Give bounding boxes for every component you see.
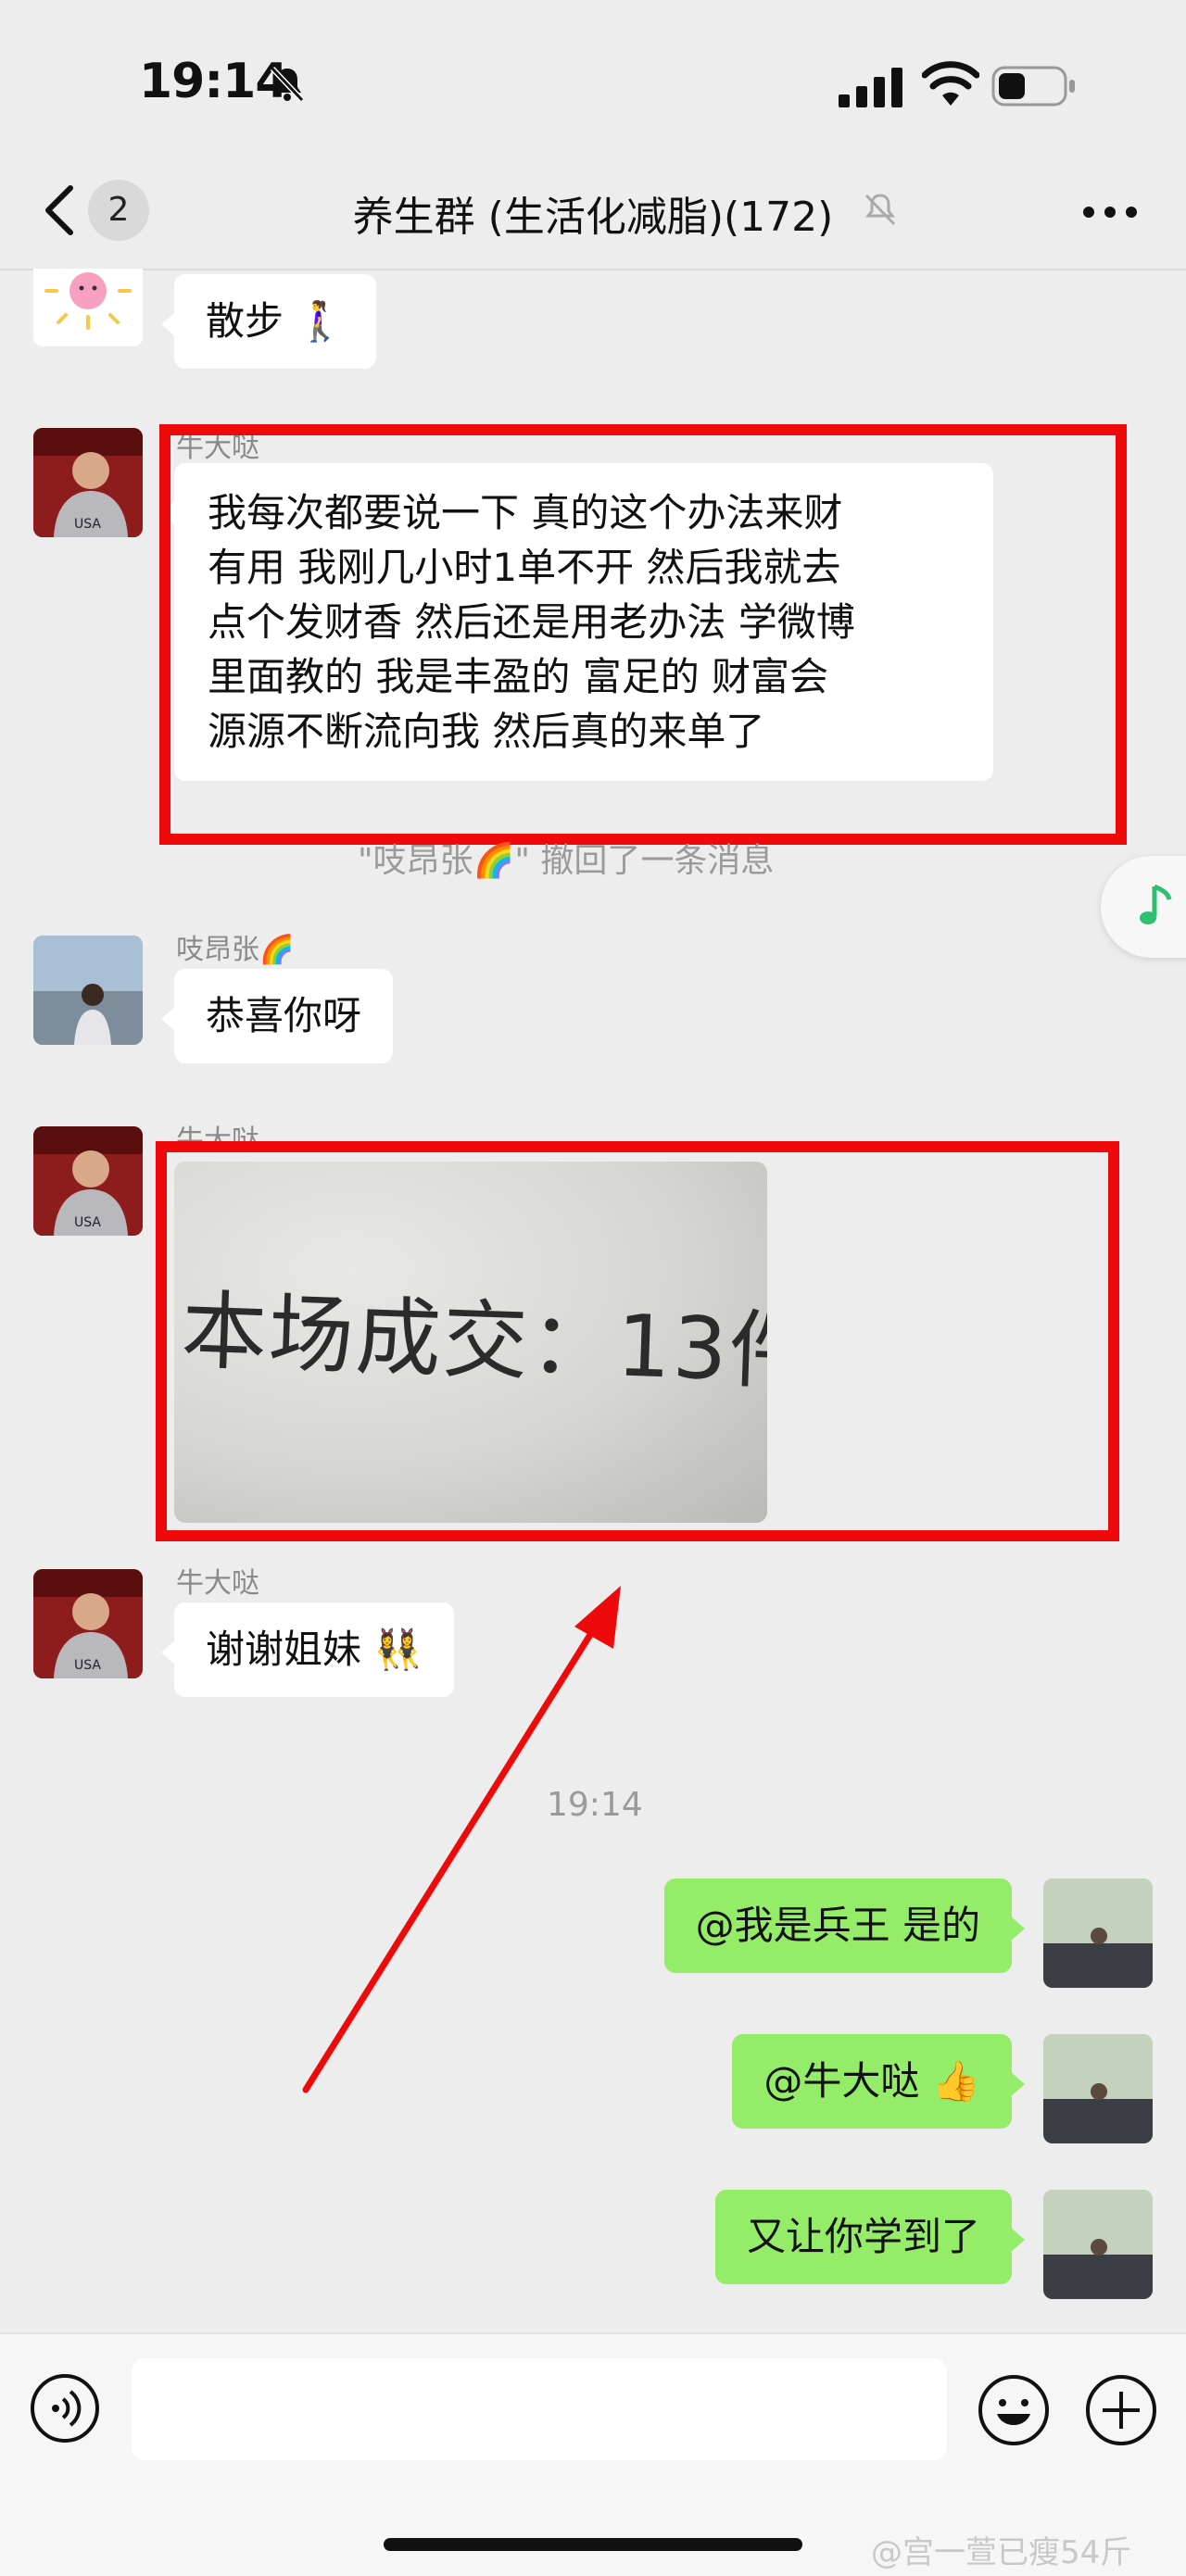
chat-title: 养生群 (生活化减脂)(172) — [352, 194, 834, 241]
recall-notice: "吱昂张🌈" 撤回了一条消息 — [358, 842, 775, 880]
mute-icon — [864, 194, 896, 226]
message-bubble[interactable]: 恭喜你呀 — [161, 969, 394, 1063]
self-avatar-photo — [1043, 2190, 1153, 2299]
home-indicator — [384, 2538, 802, 2551]
battery-icon — [991, 66, 1075, 107]
avatar[interactable]: USA — [33, 428, 143, 537]
avatar[interactable] — [1043, 1879, 1153, 1988]
bell-off-icon — [270, 66, 305, 103]
message-text: @我是兵王 是的 — [695, 1903, 980, 1948]
message-input[interactable] — [132, 2358, 947, 2460]
watermark: @宫一萱已瘦54斤 — [871, 2534, 1132, 2571]
unread-count-badge[interactable]: 2 — [88, 180, 149, 241]
avatar[interactable]: USA — [33, 1569, 143, 1678]
music-note-icon — [1140, 884, 1172, 924]
woman-avatar-photo — [33, 936, 143, 1045]
message-text: 恭喜你呀 — [206, 993, 362, 1038]
emoji-icon[interactable] — [977, 2373, 1051, 2447]
message-text: 散步 — [206, 298, 284, 344]
avatar[interactable] — [1043, 2034, 1153, 2143]
avatar[interactable] — [1043, 2190, 1153, 2299]
walking-emoji: 🚶‍♀️ — [296, 298, 345, 344]
message-text: @牛大哒 — [763, 2058, 920, 2104]
avatar[interactable]: USA — [33, 1126, 143, 1236]
annotation-red-box — [159, 424, 1127, 845]
message-bubble-outgoing[interactable]: @牛大哒 👍 — [732, 2034, 1025, 2129]
floating-music-tab[interactable] — [1101, 856, 1186, 958]
self-avatar-photo — [1043, 1879, 1153, 1988]
thumbs-up-emoji: 👍 — [931, 2058, 980, 2104]
voice-icon[interactable] — [30, 2373, 100, 2444]
svg-text:USA: USA — [74, 1215, 101, 1230]
more-icon[interactable] — [1082, 206, 1138, 219]
nav-divider — [0, 269, 1186, 270]
man-avatar-photo: USA — [33, 1126, 143, 1236]
svg-text:USA: USA — [74, 1658, 101, 1673]
self-avatar-photo — [1043, 2034, 1153, 2143]
sender-name: 牛大哒 — [176, 1567, 259, 1600]
message-bubble[interactable]: 散步 🚶‍♀️ — [161, 274, 376, 369]
plus-icon[interactable] — [1084, 2373, 1158, 2447]
annotation-red-box — [156, 1141, 1119, 1541]
wifi-icon — [922, 61, 979, 106]
signal-icon — [839, 68, 902, 107]
status-time: 19:14 — [139, 54, 289, 109]
man-avatar-photo: USA — [33, 428, 143, 537]
back-icon[interactable] — [37, 181, 83, 240]
avatar[interactable] — [33, 936, 143, 1045]
message-text: 又让你学到了 — [746, 2214, 980, 2259]
sender-name: 吱昂张🌈 — [176, 934, 295, 966]
man-avatar-photo: USA — [33, 1569, 143, 1678]
annotation-arrow — [302, 1586, 621, 2093]
avatar[interactable] — [33, 269, 143, 346]
message-bubble-outgoing[interactable]: @我是兵王 是的 — [663, 1879, 1025, 1973]
svg-text:USA: USA — [74, 517, 101, 532]
message-bubble-outgoing[interactable]: 又让你学到了 — [714, 2190, 1025, 2284]
sun-avatar-icon — [44, 272, 132, 330]
